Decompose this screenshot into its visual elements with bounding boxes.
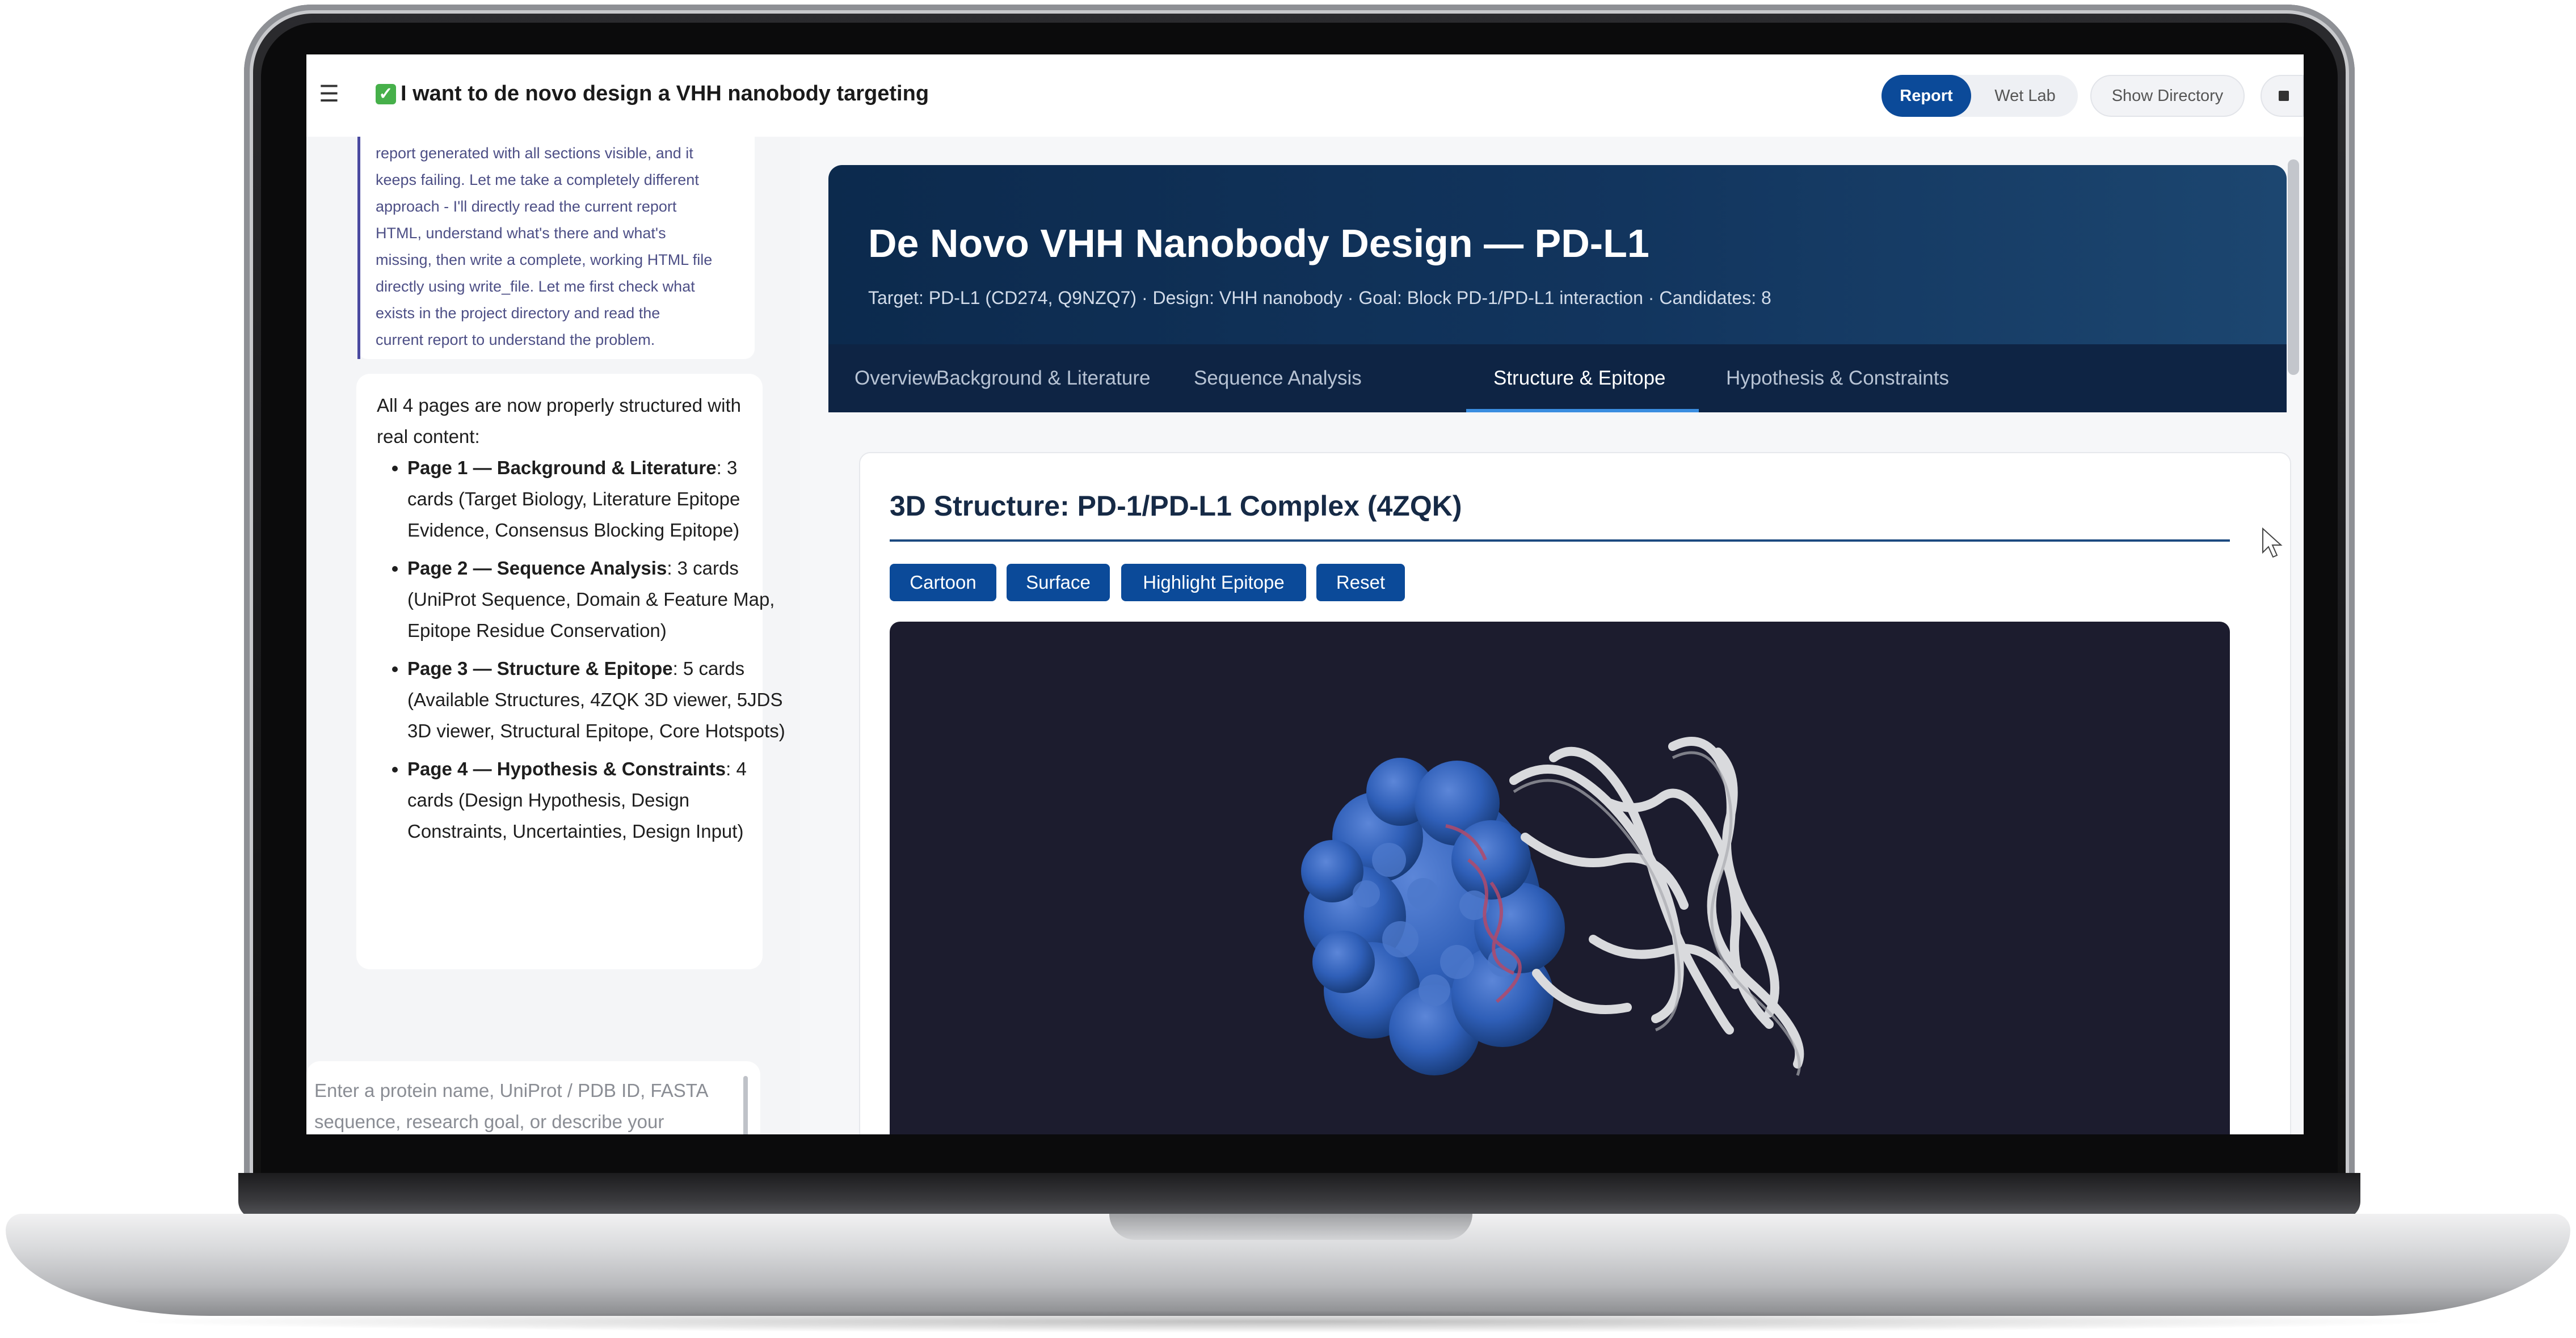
mouse-cursor-icon xyxy=(2262,527,2283,558)
tab-sequence-analysis[interactable]: Sequence Analysis xyxy=(1194,344,1362,412)
thinking-line: exists in the project directory and read… xyxy=(376,305,660,322)
report-tab-button[interactable]: Report xyxy=(1882,75,1971,117)
thinking-line: current report to understand the problem… xyxy=(376,331,655,348)
reset-button[interactable]: Reset xyxy=(1316,564,1405,601)
input-scrollbar[interactable] xyxy=(743,1076,748,1134)
molecule-viewer[interactable] xyxy=(890,622,2230,1134)
tab-overview[interactable]: Overview xyxy=(855,344,937,412)
show-directory-button[interactable]: Show Directory xyxy=(2090,75,2245,117)
active-tab-indicator xyxy=(1466,409,1699,412)
tab-hypothesis-constraints[interactable]: Hypothesis & Constraints xyxy=(1726,344,1949,412)
list-item: Page 1 — Background & Literature: 3 card… xyxy=(407,452,788,546)
wet-lab-tab-button[interactable]: Wet Lab xyxy=(1977,75,2073,117)
list-item-heading: Page 3 — Structure & Epitope xyxy=(407,658,673,679)
card-divider xyxy=(890,539,2230,542)
thinking-accent-bar xyxy=(357,137,360,359)
laptop-hinge xyxy=(238,1173,2360,1218)
list-item: Page 2 — Sequence Analysis: 3 cards (Uni… xyxy=(407,552,788,646)
list-item-heading: Page 4 — Hypothesis & Constraints xyxy=(407,758,726,779)
list-item: Page 4 — Hypothesis & Constraints: 4 car… xyxy=(407,753,788,847)
message-intro: All 4 pages are now properly structured … xyxy=(377,395,741,447)
hamburger-icon[interactable]: ☰ xyxy=(319,83,339,105)
card-title: 3D Structure: PD-1/PD-L1 Complex (4ZQK) xyxy=(890,490,1462,522)
report-title: De Novo VHH Nanobody Design — PD-L1 xyxy=(868,221,1649,265)
top-bar: ☰ ✓ I want to de novo design a VHH nanob… xyxy=(306,54,2304,138)
chat-title: I want to de novo design a VHH nanobody … xyxy=(401,82,929,105)
surface-domain xyxy=(1301,758,1565,1075)
thinking-line: HTML, understand what's there and what's xyxy=(376,225,666,242)
stop-icon xyxy=(2279,91,2289,101)
surface-button[interactable]: Surface xyxy=(1007,564,1110,601)
chat-panel: report generated with all sections visib… xyxy=(306,137,800,1134)
app-screen: ☰ ✓ I want to de novo design a VHH nanob… xyxy=(306,54,2304,1134)
protein-structure-render xyxy=(1301,737,1804,1076)
laptop-notch xyxy=(1109,1214,1472,1240)
report-panel: De Novo VHH Nanobody Design — PD-L1 Targ… xyxy=(800,137,2304,1134)
report-subtitle: Target: PD-L1 (CD274, Q9NZQ7) · Design: … xyxy=(868,288,1771,308)
thinking-line: keeps failing. Let me take a completely … xyxy=(376,171,699,188)
thinking-text: report generated with all sections visib… xyxy=(376,140,750,353)
list-item: Page 3 — Structure & Epitope: 5 cards (A… xyxy=(407,653,788,746)
message-list: Page 1 — Background & Literature: 3 card… xyxy=(377,452,788,854)
chat-input-placeholder: Enter a protein name, UniProt / PDB ID, … xyxy=(314,1080,708,1132)
thinking-line: approach - I'll directly read the curren… xyxy=(376,198,677,215)
laptop-shadow xyxy=(113,1310,2463,1333)
highlight-epitope-button[interactable]: Highlight Epitope xyxy=(1121,564,1306,601)
report-scrollbar[interactable] xyxy=(2288,159,2299,375)
tab-structure-epitope[interactable]: Structure & Epitope xyxy=(1493,344,1666,412)
cartoon-button[interactable]: Cartoon xyxy=(890,564,996,601)
thinking-line: missing, then write a complete, working … xyxy=(376,251,713,268)
list-item-heading: Page 1 — Background & Literature xyxy=(407,457,717,478)
thinking-line: report generated with all sections visib… xyxy=(376,145,693,162)
thinking-line: directly using write_file. Let me first … xyxy=(376,278,695,295)
list-item-heading: Page 2 — Sequence Analysis xyxy=(407,558,667,579)
stop-button[interactable] xyxy=(2261,75,2304,117)
tab-background-literature[interactable]: Background & Literature xyxy=(936,344,1150,412)
check-icon: ✓ xyxy=(376,84,396,104)
